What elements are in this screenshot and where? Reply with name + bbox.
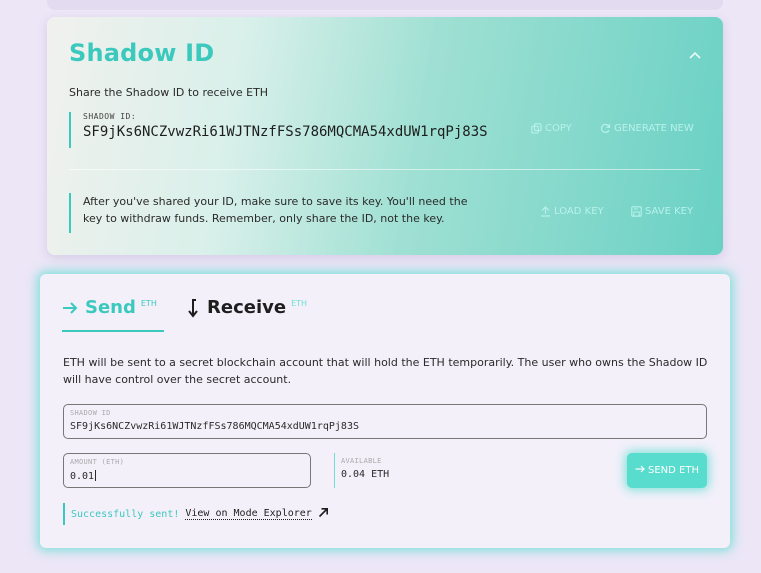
upload-icon <box>540 206 551 217</box>
amount-input-value: 0.01 <box>70 471 95 482</box>
load-key-button[interactable]: LOAD KEY <box>540 206 604 217</box>
shadow-id-subtitle: Share the Shadow ID to receive ETH <box>69 86 269 99</box>
copy-icon <box>531 123 542 134</box>
tab-send-label: Send <box>85 297 136 318</box>
send-description: ETH will be sent to a secret blockchain … <box>63 356 708 386</box>
tab-send[interactable]: Send ETH <box>62 296 157 326</box>
save-key-label: SAVE KEY <box>645 206 694 217</box>
active-tab-indicator <box>62 330 164 332</box>
success-message: Successfully sent! <box>71 508 180 520</box>
shadow-id-input[interactable]: SHADOW ID SF9jKs6NCZvwzRi61WJTNzfFSs786M… <box>63 404 707 439</box>
transfer-card: Send ETH Receive ETH ETH will be sent to… <box>40 274 730 548</box>
copy-label: COPY <box>545 123 572 134</box>
generate-new-label: GENERATE NEW <box>614 123 694 134</box>
amount-input-label: AMOUNT (ETH) <box>70 458 125 466</box>
external-link-icon[interactable] <box>318 507 329 522</box>
shadow-id-value: SF9jKs6NCZvwzRi61WJTNzfFSs786MQCMA54xdUW… <box>83 124 488 140</box>
explorer-link[interactable]: View on Mode Explorer <box>185 508 312 520</box>
tab-receive-label: Receive <box>207 297 287 318</box>
tab-receive-unit: ETH <box>291 299 308 308</box>
key-note: After you've shared your ID, make sure t… <box>69 193 489 233</box>
tab-receive[interactable]: Receive ETH <box>186 296 307 326</box>
tab-send-unit: ETH <box>140 299 157 308</box>
save-key-button[interactable]: SAVE KEY <box>631 206 693 217</box>
save-icon <box>631 206 642 217</box>
shadow-id-card: Shadow ID Share the Shadow ID to receive… <box>47 17 723 255</box>
available-value: 0.04 ETH <box>341 469 390 480</box>
card-divider <box>69 169 700 170</box>
refresh-icon <box>600 123 611 134</box>
available-label: AVAILABLE <box>341 457 382 465</box>
shadow-id-input-value: SF9jKs6NCZvwzRi61WJTNzfFSs786MQCMA54xdUW… <box>70 421 359 432</box>
shadow-id-display: SHADOW ID: SF9jKs6NCZvwzRi61WJTNzfFSs786… <box>69 112 509 148</box>
send-status: Successfully sent! View on Mode Explorer <box>63 503 329 525</box>
shadow-id-title: Shadow ID <box>69 39 215 67</box>
send-eth-button[interactable]: SEND ETH <box>627 453 707 488</box>
copy-button[interactable]: COPY <box>531 123 572 134</box>
send-eth-label: SEND ETH <box>648 465 699 476</box>
available-balance: AVAILABLE 0.04 ETH <box>334 453 474 488</box>
shadow-id-input-label: SHADOW ID <box>70 409 111 417</box>
arrow-right-icon <box>62 296 78 326</box>
shadow-id-label: SHADOW ID: <box>83 112 137 121</box>
chevron-up-icon[interactable] <box>689 47 701 63</box>
amount-input[interactable]: AMOUNT (ETH) 0.01 <box>63 453 311 488</box>
arrow-right-icon <box>635 464 645 477</box>
previous-card-edge <box>47 0 723 10</box>
generate-new-button[interactable]: GENERATE NEW <box>600 123 694 134</box>
arrow-down-icon <box>186 296 200 326</box>
load-key-label: LOAD KEY <box>554 206 604 217</box>
text-caret <box>95 470 97 481</box>
